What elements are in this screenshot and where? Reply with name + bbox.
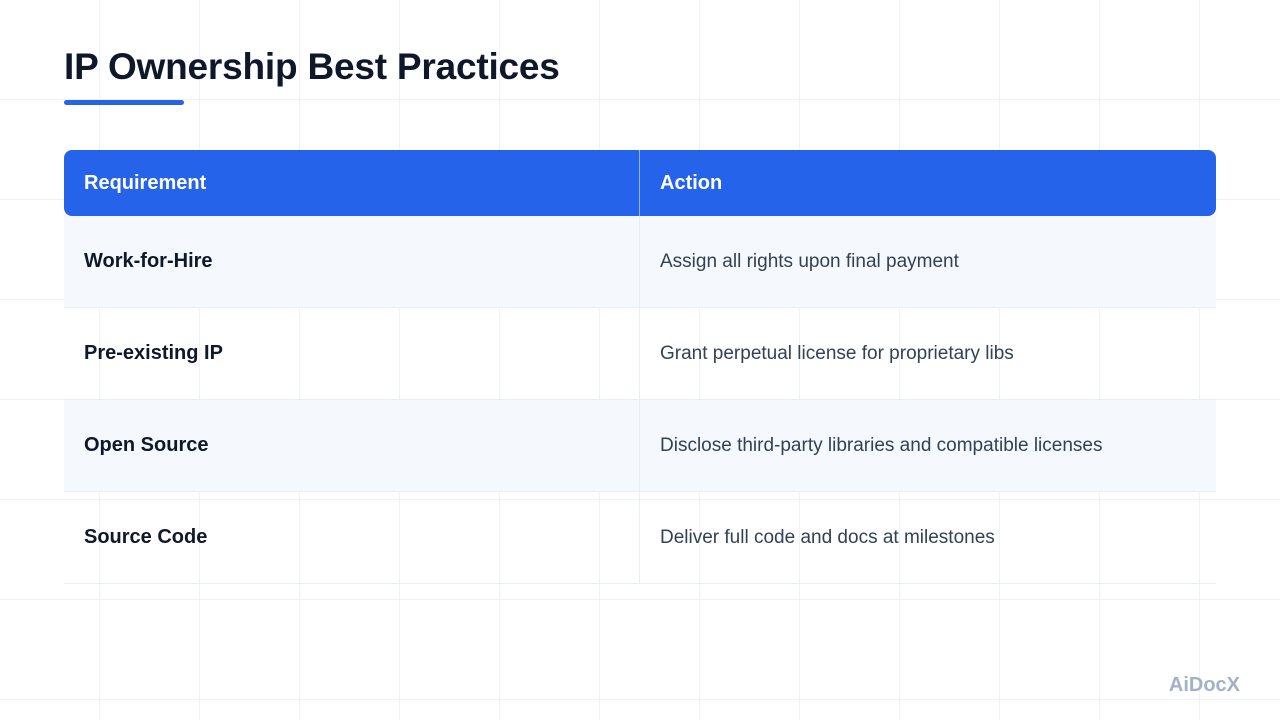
- table-row: Pre-existing IP Grant perpetual license …: [64, 308, 1216, 400]
- table-row: Source Code Deliver full code and docs a…: [64, 492, 1216, 584]
- requirement-cell: Open Source: [64, 400, 640, 492]
- requirement-cell: Pre-existing IP: [64, 308, 640, 400]
- table-header-row: Requirement Action: [64, 150, 1216, 216]
- action-cell: Disclose third-party libraries and compa…: [640, 400, 1216, 492]
- brand-logo-text: AiDocX: [1168, 674, 1240, 696]
- title-underline: [64, 100, 184, 105]
- requirement-cell: Source Code: [64, 492, 640, 584]
- header-requirement: Requirement: [64, 150, 640, 216]
- action-cell: Deliver full code and docs at milestones: [640, 492, 1216, 584]
- table-row: Work-for-Hire Assign all rights upon fin…: [64, 216, 1216, 308]
- ip-practices-table: Requirement Action Work-for-Hire Assign …: [64, 150, 1216, 584]
- header-action: Action: [640, 150, 1216, 216]
- table-row: Open Source Disclose third-party librari…: [64, 400, 1216, 492]
- action-cell: Assign all rights upon final payment: [640, 216, 1216, 308]
- action-cell: Grant perpetual license for proprietary …: [640, 308, 1216, 400]
- slide-title: IP Ownership Best Practices: [64, 46, 560, 87]
- requirement-cell: Work-for-Hire: [64, 216, 640, 308]
